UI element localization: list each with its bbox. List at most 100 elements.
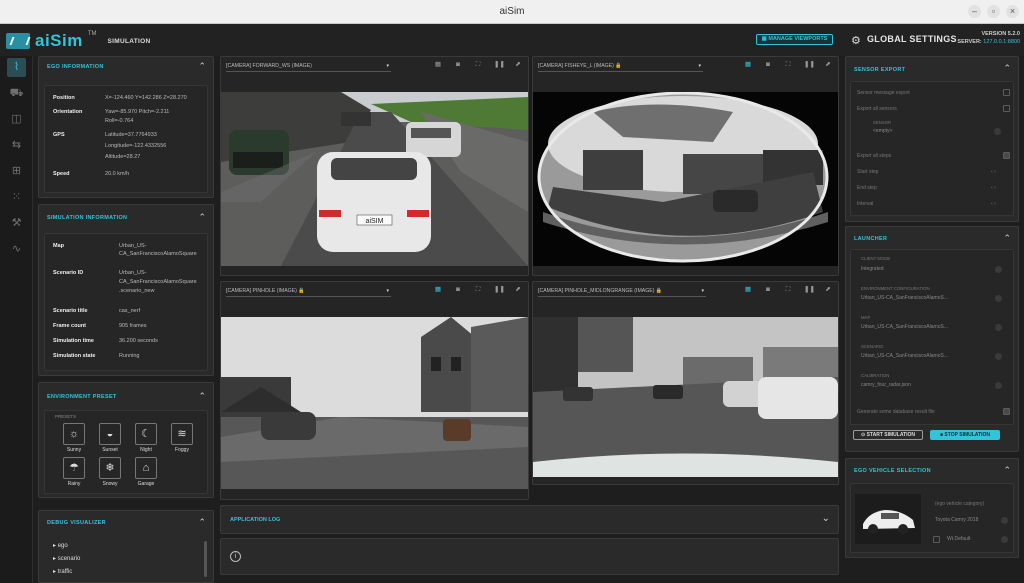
grid-icon[interactable]: ⁙ [7, 188, 26, 207]
pause-icon[interactable]: ❚❚ [494, 61, 505, 69]
default-option-checkbox[interactable] [933, 536, 940, 543]
chevron-up-icon[interactable]: ⌃ [198, 391, 206, 402]
camera-icon[interactable]: ◙ [454, 286, 462, 294]
pinhole-camera-image[interactable] [221, 317, 528, 489]
panel-header[interactable]: ENVIRONMENT PRESET ⌃ [39, 383, 213, 403]
environment-config-select[interactable]: Urban_US-CA_SanFranciscoAlamoS... [861, 295, 948, 302]
stepper-arrows-icon[interactable]: ‹ › [991, 201, 996, 208]
preset-rainy[interactable]: ☂ Rainy [61, 457, 87, 487]
preset-sunny[interactable]: ☼ Sunny [61, 423, 87, 453]
chevron-up-icon[interactable]: ⌃ [198, 212, 206, 223]
stepper-arrows-icon[interactable]: ‹ › [991, 185, 996, 192]
popout-icon[interactable]: ⬈ [824, 61, 832, 69]
popout-icon[interactable]: ⬈ [514, 61, 522, 69]
fullscreen-icon[interactable]: ⛶ [784, 61, 792, 69]
preset-snowy[interactable]: ❄ Snowy [97, 457, 123, 487]
export-all-steps-checkbox[interactable] [1003, 152, 1010, 159]
panel-header[interactable]: EGO VEHICLE SELECTION ⌃ [846, 459, 1018, 479]
field-label: Export all sensors [857, 106, 897, 112]
pause-icon[interactable]: ❚❚ [494, 286, 505, 294]
ego-info-box: Position X=-124.460 Y=142.286 Z=28.270 Or… [44, 85, 208, 193]
sensor-select[interactable]: <empty> [873, 128, 892, 135]
ego-information-panel: EGO INFORMATION ⌃ Position X=-124.460 Y=14… [38, 56, 214, 198]
preset-night[interactable]: ☾ Night [133, 423, 159, 453]
tree-item-traffic[interactable]: ▸ traffic [53, 568, 72, 575]
close-icon[interactable]: × [1006, 5, 1019, 18]
chevron-up-icon[interactable]: ⌃ [1003, 63, 1011, 74]
preset-label: Sunny [66, 447, 82, 453]
grid-icon[interactable]: ▦ [434, 286, 442, 294]
camera-select[interactable]: [CAMERA] FISHEYE_L (IMAGE) 🔒 ▾ [538, 62, 703, 72]
preset-garage[interactable]: ⌂ Garage [133, 457, 159, 487]
midlongrange-camera-image[interactable] [533, 317, 838, 477]
scenario-select[interactable]: Urban_US-CA_SanFranciscoAlamoS... [861, 353, 948, 360]
application-log-header[interactable]: APPLICATION LOG ⌄ [220, 505, 839, 534]
stepper-arrows-icon[interactable]: ‹ › [991, 169, 996, 176]
info-value: Urban_US- [119, 243, 147, 249]
gear-icon[interactable]: ⚙ [851, 34, 861, 47]
tree-item-scenario[interactable]: ▸ scenario [53, 555, 80, 562]
chevron-up-icon[interactable]: ⌃ [1003, 465, 1011, 476]
field-label: SENSOR [873, 120, 892, 125]
sensor-icon[interactable]: ◫ [7, 110, 26, 129]
calibration-select[interactable]: camry_four_radar.json [861, 382, 911, 389]
grid-icon[interactable]: ▦ [744, 61, 752, 69]
fullscreen-icon[interactable]: ⛶ [784, 286, 792, 294]
chevron-up-icon[interactable]: ⌃ [198, 61, 206, 72]
scrollbar[interactable] [204, 541, 207, 577]
viewport-pinhole: [CAMERA] PINHOLE (IMAGE) 🔒 ▾ ▦ ◙ ⛶ ❚❚ ⬈ [220, 281, 529, 500]
panel-header[interactable]: EGO INFORMATION ⌃ [39, 57, 213, 77]
panel-header[interactable]: DEBUG VISUALIZER ⌃ [39, 511, 213, 531]
grid-icon[interactable]: ▦ [434, 61, 442, 69]
tools-icon[interactable]: ⚒ [7, 214, 26, 233]
chevron-up-icon[interactable]: ⌃ [198, 517, 206, 528]
chart-icon[interactable]: ∿ [7, 240, 26, 259]
stop-simulation-button[interactable]: ■ STOP SIMULATION [930, 430, 1000, 440]
chevron-up-icon[interactable]: ⌃ [1003, 233, 1011, 244]
viewport-forward: [CAMERA] FORWARD_WS (IMAGE) ▾ ▦ ◙ ⛶ ❚❚ ⬈ aiSI… [220, 56, 529, 276]
license-plate: aiSIM [366, 218, 384, 225]
preset-sunset[interactable]: ◒ Sunset [97, 423, 123, 453]
export-all-sensors-checkbox[interactable] [1003, 105, 1010, 112]
fullscreen-icon[interactable]: ⛶ [474, 286, 482, 294]
fisheye-camera-image[interactable] [533, 92, 838, 266]
start-simulation-button[interactable]: ⊙ START SIMULATION [853, 430, 923, 440]
simulation-information-panel: SIMULATION INFORMATION ⌃ Map Urban_US- CA_… [38, 204, 214, 376]
camera-icon[interactable]: ◙ [764, 61, 772, 69]
panel-title: LAUNCHER [854, 236, 888, 242]
vehicle-name[interactable]: Toyota Camry 2018 [935, 517, 978, 524]
viewports-icon[interactable]: ⌇ [7, 58, 26, 77]
popout-icon[interactable]: ⬈ [514, 286, 522, 294]
field-label: SCENARIO [861, 344, 884, 349]
generate-result-checkbox[interactable] [1003, 408, 1010, 415]
manage-viewports-button[interactable]: ▦ MANAGE VIEWPORTS [756, 34, 833, 45]
camera-icon[interactable]: ◙ [764, 286, 772, 294]
map-select[interactable]: Urban_US-CA_SanFranciscoAlamoS... [861, 324, 948, 331]
network-icon[interactable]: ⊞ [7, 162, 26, 181]
tree-item-ego[interactable]: ▸ ego [53, 542, 68, 549]
camera-label: [CAMERA] PINHOLE_MIDLONGRANGE (IMAGE) 🔒 [538, 288, 663, 294]
chevron-down-icon[interactable]: ⌄ [822, 513, 830, 524]
info-key: Simulation state [53, 353, 96, 359]
preset-foggy[interactable]: ≋ Foggy [169, 423, 195, 453]
info-key: Orientation [53, 109, 83, 115]
panel-header[interactable]: SENSOR EXPORT ⌃ [846, 57, 1018, 77]
panel-header[interactable]: SIMULATION INFORMATION ⌃ [39, 205, 213, 225]
vehicle-icon[interactable]: ⛟ [7, 84, 26, 103]
fullscreen-icon[interactable]: ⛶ [474, 61, 482, 69]
panel-header[interactable]: LAUNCHER ⌃ [846, 227, 1018, 247]
client-mode-select[interactable]: Integrated [861, 266, 884, 273]
camera-icon[interactable]: ◙ [454, 61, 462, 69]
pause-icon[interactable]: ❚❚ [804, 286, 815, 294]
minimize-icon[interactable]: – [968, 5, 981, 18]
camera-select[interactable]: [CAMERA] FORWARD_WS (IMAGE) ▾ [226, 62, 391, 72]
grid-icon[interactable]: ▦ [744, 286, 752, 294]
camera-select[interactable]: [CAMERA] PINHOLE_MIDLONGRANGE (IMAGE) 🔒 ▾ [538, 287, 706, 297]
forward-camera-image[interactable]: aiSIM [221, 92, 528, 266]
camera-select[interactable]: [CAMERA] PINHOLE (IMAGE) 🔒 ▾ [226, 287, 391, 297]
message-export-checkbox[interactable] [1003, 89, 1010, 96]
popout-icon[interactable]: ⬈ [824, 286, 832, 294]
scenario-icon[interactable]: ⇆ [7, 136, 26, 155]
maximize-icon[interactable]: ▫ [987, 5, 1000, 18]
pause-icon[interactable]: ❚❚ [804, 61, 815, 69]
